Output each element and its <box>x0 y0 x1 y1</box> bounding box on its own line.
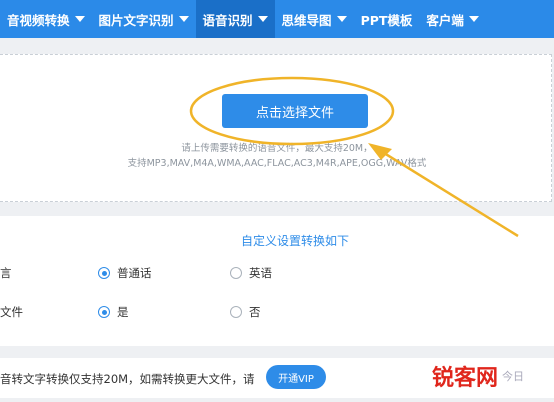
nav-item-label: PPT模板 <box>360 12 413 28</box>
activate-vip-button[interactable]: 开通VIP <box>266 365 326 389</box>
nav-item-label: 客户端 <box>426 12 464 28</box>
nav-item-label: 图片文字识别 <box>98 12 174 28</box>
chevron-down-icon <box>74 16 85 22</box>
nav-item-mind-map[interactable]: 思维导图 <box>275 0 354 38</box>
select-file-button[interactable]: 点击选择文件 <box>222 94 368 128</box>
watermark: 锐客网 今日 <box>432 360 524 392</box>
chevron-down-icon <box>257 16 268 22</box>
file-row-label: 文件 <box>0 305 23 319</box>
radio-label: 普通话 <box>117 266 152 280</box>
radio-checked-icon <box>98 306 110 318</box>
size-limit-notice: 音转文字转换仅支持20M，如需转换更大文件，请 <box>0 372 255 386</box>
radio-mandarin[interactable]: 普通话 <box>98 265 152 281</box>
radio-label: 是 <box>117 305 129 319</box>
upload-hint-size: 请上传需要转换的语音文件，最大支持20M， <box>181 143 373 154</box>
radio-no[interactable]: 否 <box>230 304 261 320</box>
nav-item-client[interactable]: 客户端 <box>419 0 486 38</box>
language-row-label: 言 <box>0 266 12 280</box>
nav-item-label: 语音识别 <box>202 12 253 28</box>
upload-hint-formats: 支持MP3,MAV,M4A,WMA,AAC,FLAC,AC3,M4R,APE,O… <box>127 158 427 169</box>
radio-unchecked-icon <box>230 267 242 279</box>
top-nav: 音视频转换 图片文字识别 语音识别 思维导图 PPT模板 客户端 <box>0 0 554 38</box>
nav-item-label: 音视频转换 <box>7 12 70 28</box>
radio-yes[interactable]: 是 <box>98 304 129 320</box>
upload-dropzone[interactable] <box>0 54 552 202</box>
radio-english[interactable]: 英语 <box>230 265 272 281</box>
nav-item-speech-recognition[interactable]: 语音识别 <box>195 0 275 38</box>
nav-item-ppt-template[interactable]: PPT模板 <box>354 0 420 38</box>
watermark-sub: 今日 <box>502 370 525 383</box>
nav-item-av-convert[interactable]: 音视频转换 <box>0 0 92 38</box>
radio-checked-icon <box>98 267 110 279</box>
radio-label: 否 <box>249 305 261 319</box>
nav-item-label: 思维导图 <box>281 12 332 28</box>
watermark-logo: 锐客网 <box>432 365 499 391</box>
radio-label: 英语 <box>249 266 272 280</box>
radio-unchecked-icon <box>230 306 242 318</box>
chevron-down-icon <box>336 16 347 22</box>
chevron-down-icon <box>468 16 479 22</box>
settings-title: 自定义设置转换如下 <box>240 234 349 248</box>
chevron-down-icon <box>178 16 189 22</box>
nav-item-image-ocr[interactable]: 图片文字识别 <box>92 0 196 38</box>
